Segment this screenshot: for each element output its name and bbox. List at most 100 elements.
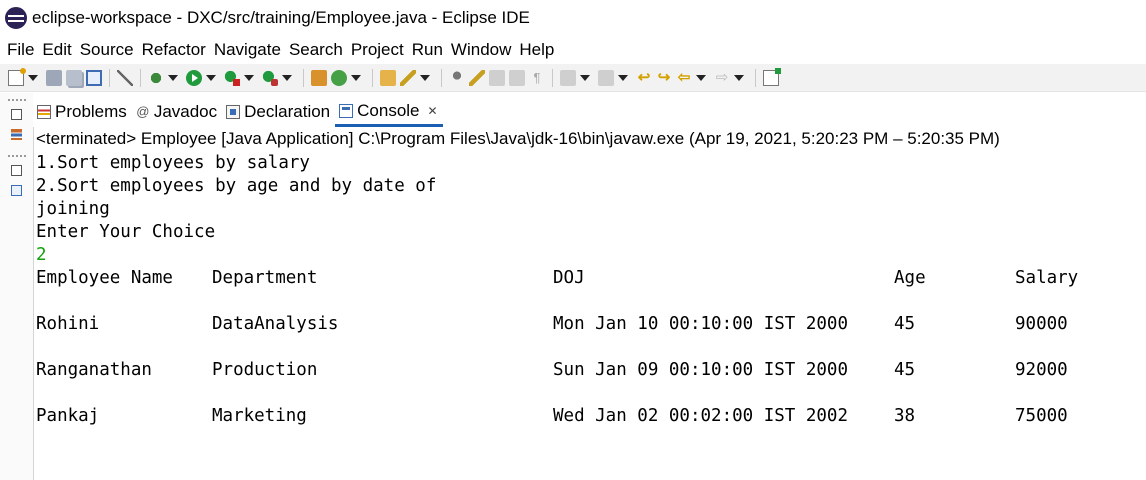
menu-help[interactable]: Help (519, 40, 554, 60)
outline-icon[interactable] (11, 185, 22, 196)
cell-name: Rohini (36, 314, 100, 334)
cell-department: Marketing (212, 406, 307, 426)
coverage-dropdown-icon[interactable] (244, 74, 254, 81)
external-tools-icon[interactable] (262, 69, 278, 86)
restore-icon[interactable] (11, 165, 22, 176)
blank-cell (36, 290, 1115, 313)
show-whitespace-icon[interactable]: ¶ (529, 70, 545, 86)
toolbar-separator (140, 68, 141, 87)
last-edit-location-icon[interactable]: ↩ (636, 69, 652, 86)
run-icon[interactable] (186, 69, 202, 86)
table-row: Pankaj Marketing Wed Jan 02 00:02:00 IST… (36, 405, 1115, 428)
cell-age: 45 (894, 314, 916, 334)
cell-name: Pankaj (36, 406, 100, 426)
new-java-class-icon[interactable] (331, 69, 347, 86)
tab-label: Problems (55, 102, 127, 121)
pin-editor-icon[interactable] (449, 69, 465, 86)
debug-dropdown-icon[interactable] (168, 74, 178, 81)
new-class-dropdown-icon[interactable] (351, 74, 361, 81)
console-line: joining (36, 199, 110, 219)
toolbar-separator (372, 68, 373, 87)
title-bar: eclipse-workspace - DXC/src/training/Emp… (0, 0, 1146, 36)
external-tools-dropdown-icon[interactable] (282, 74, 292, 81)
back-icon[interactable]: ⇦ (676, 69, 692, 86)
run-dropdown-icon[interactable] (206, 74, 216, 81)
console-output[interactable]: 1.Sort employees by salary 2.Sort employ… (36, 152, 1144, 428)
javadoc-icon: @ (136, 104, 150, 119)
header-department: Department (212, 268, 318, 288)
save-all-icon[interactable] (66, 69, 82, 86)
cell-doj: Sun Jan 09 00:10:00 IST 2000 (553, 360, 849, 380)
toolbar-separator (303, 68, 304, 87)
open-type-icon[interactable] (380, 69, 396, 86)
blank-cell (36, 336, 1115, 359)
cell-department: DataAnalysis (212, 314, 339, 334)
new-java-package-icon[interactable] (311, 69, 327, 86)
console-line: Enter Your Choice (36, 222, 216, 242)
problems-icon (37, 105, 51, 119)
tab-problems[interactable]: Problems (33, 97, 132, 127)
search-dropdown-icon[interactable] (420, 74, 430, 81)
header-employee-name: Employee Name (36, 268, 173, 288)
menu-run[interactable]: Run (412, 40, 443, 60)
console-line: 1.Sort employees by salary (36, 153, 310, 173)
coverage-icon[interactable] (224, 69, 240, 86)
strip-grip-icon[interactable] (8, 99, 26, 103)
package-explorer-icon[interactable] (11, 129, 22, 140)
menu-search[interactable]: Search (289, 40, 343, 60)
mark-occurrences-icon[interactable] (469, 69, 485, 86)
table-row: Rohini DataAnalysis Mon Jan 10 00:10:00 … (36, 313, 1115, 336)
open-perspective-icon[interactable] (763, 67, 781, 86)
next-annotation-icon[interactable] (560, 69, 576, 86)
toggle-block-selection-icon[interactable] (489, 69, 505, 86)
next-annotation-dropdown-icon[interactable] (580, 74, 590, 81)
previous-annotation-icon[interactable] (598, 69, 614, 86)
blank-cell (36, 382, 1115, 405)
menu-project[interactable]: Project (351, 40, 404, 60)
blank-line (36, 382, 1115, 405)
search-icon[interactable] (400, 69, 416, 86)
restore-icon[interactable] (11, 109, 22, 120)
previous-annotation-dropdown-icon[interactable] (618, 74, 628, 81)
new-icon[interactable] (8, 67, 26, 86)
cell-doj: Mon Jan 10 00:10:00 IST 2000 (553, 314, 849, 334)
tab-label: Console (357, 100, 420, 120)
strip-grip-icon[interactable] (8, 155, 26, 159)
tab-declaration[interactable]: Declaration (222, 97, 335, 127)
forward-icon[interactable]: ⇨ (714, 69, 730, 86)
debug-icon[interactable] (148, 69, 164, 86)
cell-department: Production (212, 360, 318, 380)
toolbar-separator (755, 68, 756, 87)
cell-name: Ranganathan (36, 360, 152, 380)
close-icon[interactable]: ✕ (428, 104, 438, 118)
open-terminal-icon[interactable] (86, 69, 102, 86)
menu-source[interactable]: Source (80, 40, 134, 60)
main-toolbar: ¶ ↩ ↪ ⇦ ⇨ (0, 64, 1146, 92)
menu-window[interactable]: Window (451, 40, 511, 60)
new-dropdown-icon[interactable] (28, 74, 38, 81)
user-input-echo: 2 (36, 245, 47, 265)
tab-label: Declaration (244, 102, 331, 121)
tab-console[interactable]: Console ✕ (335, 97, 443, 127)
save-icon[interactable] (46, 69, 62, 86)
last-edit-forward-icon[interactable]: ↪ (656, 69, 672, 86)
employee-table: Employee Name Department DOJ Age Salary … (36, 267, 1115, 428)
menu-refactor[interactable]: Refactor (142, 40, 206, 60)
back-dropdown-icon[interactable] (696, 74, 706, 81)
tab-label: Javadoc (153, 102, 218, 121)
menu-file[interactable]: File (7, 40, 34, 60)
eclipse-logo-icon (5, 7, 27, 29)
menu-edit[interactable]: Edit (42, 40, 71, 60)
cell-age: 45 (894, 360, 916, 380)
header-doj: DOJ (553, 268, 585, 288)
table-header-row: Employee Name Department DOJ Age Salary (36, 267, 1115, 290)
tab-javadoc[interactable]: @ Javadoc (132, 97, 222, 127)
toggle-word-wrap-icon[interactable] (509, 69, 525, 86)
blank-line (36, 290, 1115, 313)
cell-doj: Wed Jan 02 00:02:00 IST 2002 (553, 406, 849, 426)
toolbar-separator (552, 68, 553, 87)
skip-breakpoints-icon[interactable] (117, 69, 133, 86)
menu-navigate[interactable]: Navigate (214, 40, 281, 60)
console-line: 2.Sort employees by age and by date of (36, 176, 437, 196)
forward-dropdown-icon[interactable] (734, 74, 744, 81)
